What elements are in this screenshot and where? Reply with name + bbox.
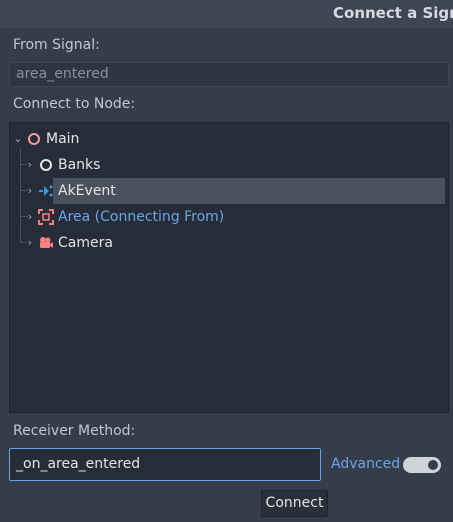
akevent-icon: [38, 183, 54, 199]
from-signal-field: area_entered: [9, 62, 449, 87]
camera-icon: [38, 235, 54, 251]
chevron-right-icon[interactable]: ›: [24, 178, 36, 204]
toggle-knob: [428, 460, 438, 470]
tree-item-label: Banks: [58, 157, 101, 173]
tree-item-label: Area (Connecting From): [58, 209, 225, 225]
dialog-title-bar: Connect a Sign: [0, 0, 453, 28]
receiver-method-label: Receiver Method:: [13, 423, 136, 439]
tree-item-akevent[interactable]: › AkEvent: [24, 178, 116, 204]
tree-item-area[interactable]: › Area (Connecting From): [24, 204, 224, 230]
tree-item-label: AkEvent: [58, 183, 116, 199]
chevron-right-icon[interactable]: ›: [24, 152, 36, 178]
tree-item-banks[interactable]: › Banks: [24, 152, 101, 178]
receiver-method-input[interactable]: _on_area_entered: [9, 448, 321, 481]
tree-guide-line: [20, 148, 21, 242]
dialog-title: Connect a Sign: [333, 4, 453, 22]
tree-item-main[interactable]: ⌄ Main: [12, 126, 79, 152]
chevron-down-icon[interactable]: ⌄: [12, 126, 24, 152]
advanced-label: Advanced: [331, 456, 401, 472]
tree-item-camera[interactable]: › Camera: [24, 230, 113, 256]
chevron-right-icon[interactable]: ›: [24, 230, 36, 256]
connect-button[interactable]: Connect: [261, 490, 328, 517]
connect-to-node-label: Connect to Node:: [13, 96, 136, 112]
connect-signal-dialog: Connect a Sign From Signal: area_entered…: [0, 0, 453, 522]
tree-item-label: Main: [46, 131, 80, 147]
node-circle-icon: [38, 157, 54, 173]
area-icon: [38, 209, 54, 225]
node-circle-icon: [26, 131, 42, 147]
tree-item-label: Camera: [58, 235, 113, 251]
from-signal-label: From Signal:: [13, 37, 100, 53]
chevron-right-icon[interactable]: ›: [24, 204, 36, 230]
advanced-toggle[interactable]: [403, 457, 441, 473]
